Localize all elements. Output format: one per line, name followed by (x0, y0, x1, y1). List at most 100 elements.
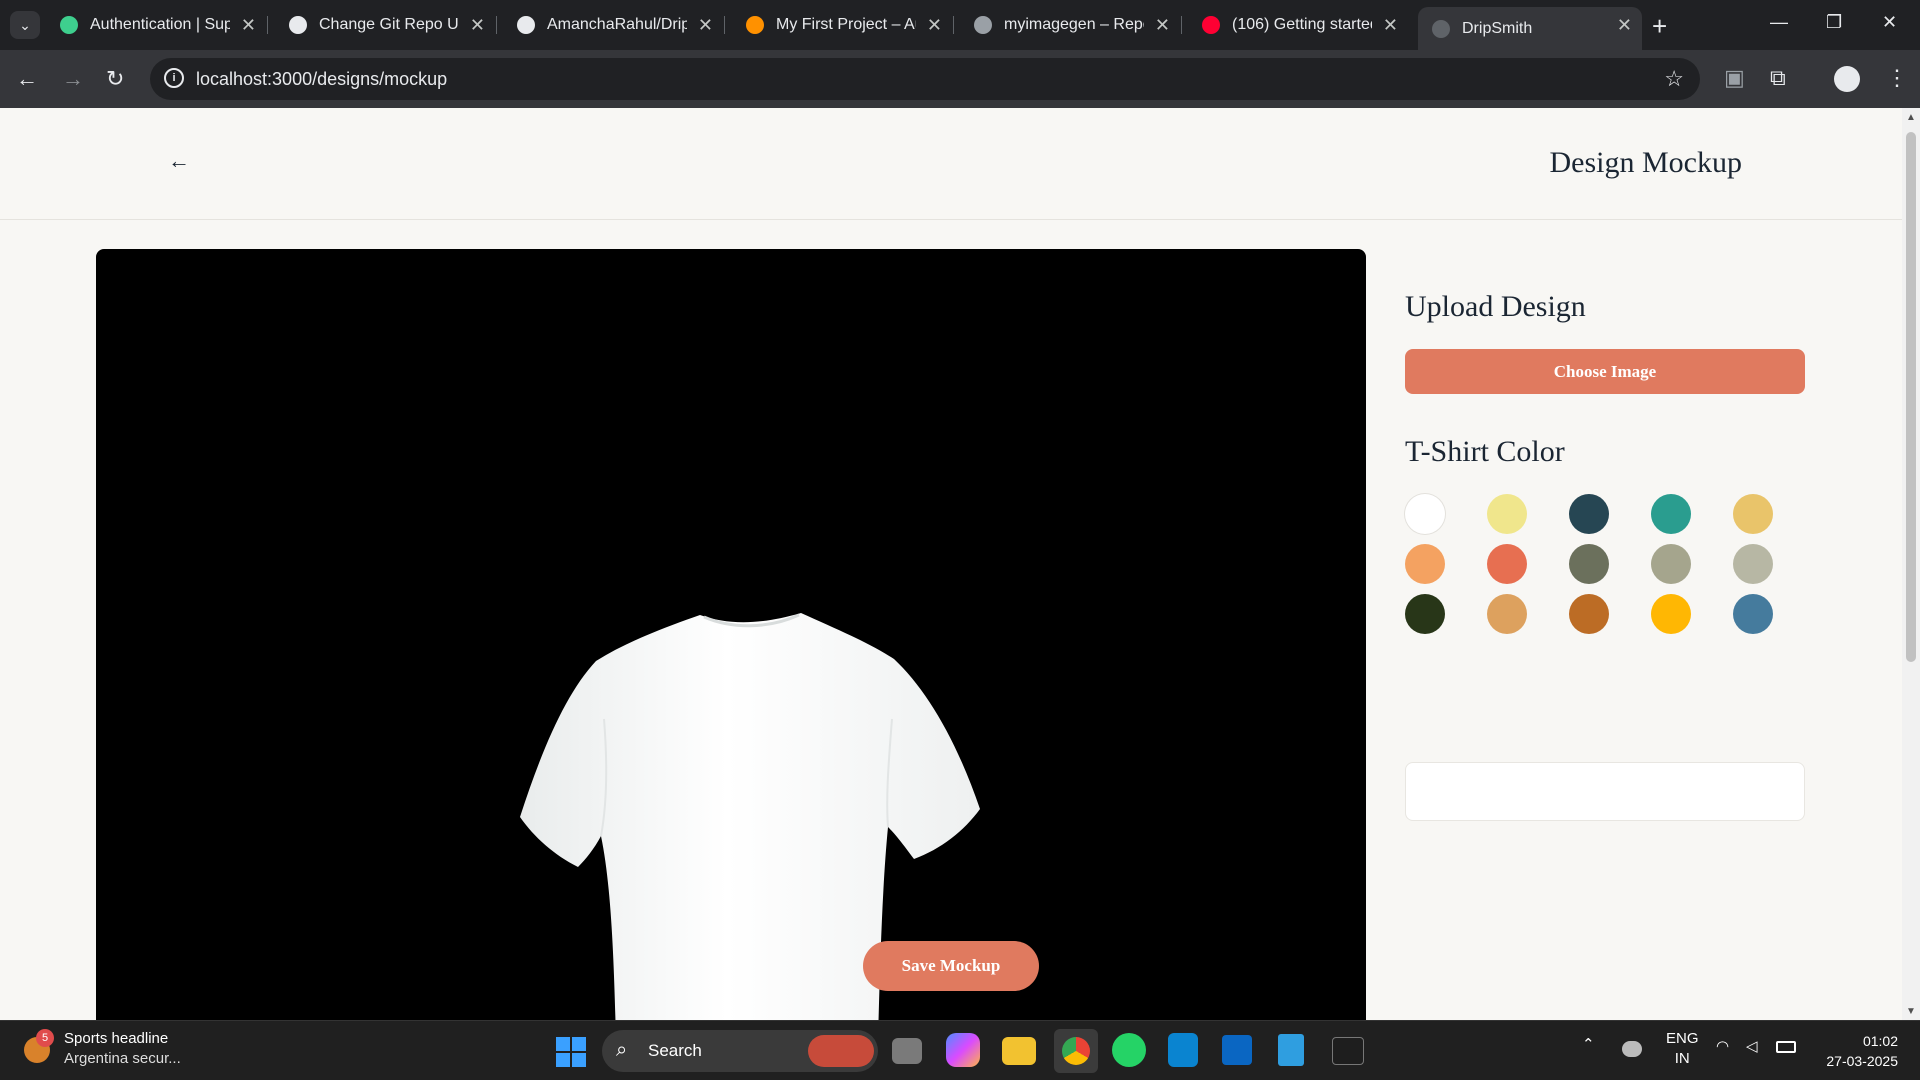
browser-menu-icon[interactable]: ⋮ (1886, 65, 1908, 91)
color-swatch[interactable] (1651, 494, 1691, 534)
wifi-icon[interactable]: ◠ (1716, 1037, 1729, 1055)
browser-tab[interactable]: My First Project – Au ✕ (732, 7, 954, 43)
tab-favicon-icon (746, 16, 764, 34)
taskbar: 5 Sports headline Argentina secur... ⌕ S… (0, 1020, 1920, 1080)
news-title: Sports headline (64, 1030, 169, 1047)
file-explorer-icon[interactable] (1002, 1037, 1036, 1065)
tab-label: Authentication | Supa (90, 16, 230, 33)
tab-favicon-icon (1432, 19, 1450, 38)
color-swatch[interactable] (1487, 544, 1527, 584)
browser-tab[interactable]: AmanchaRahul/DripS ✕ (503, 7, 725, 43)
tab-favicon-icon (974, 16, 992, 34)
tab-close-icon[interactable]: ✕ (1617, 15, 1632, 36)
tab-separator (496, 16, 497, 34)
task-view-icon[interactable] (892, 1038, 922, 1064)
forward-icon[interactable]: → (62, 66, 84, 92)
tab-close-icon[interactable]: ✕ (927, 15, 942, 36)
news-widget[interactable]: 5 Sports headline Argentina secur... (24, 1029, 181, 1069)
color-swatch[interactable] (1569, 494, 1609, 534)
tab-favicon-icon (289, 16, 307, 34)
volume-icon[interactable]: ◁ (1746, 1037, 1758, 1055)
page: ← Design Mockup Save Mockup Upload Desig… (0, 108, 1902, 1020)
tab-label: AmanchaRahul/DripS (547, 16, 687, 33)
notepad-icon[interactable] (1278, 1034, 1304, 1066)
clock-time: 01:02 (1862, 1033, 1898, 1049)
color-swatch[interactable] (1405, 544, 1445, 584)
tshirt-model[interactable] (96, 249, 1366, 1020)
whatsapp-icon[interactable] (1112, 1033, 1146, 1067)
page-header: ← Design Mockup (0, 108, 1902, 220)
tab-label: My First Project – Au (776, 16, 916, 33)
tab-close-icon[interactable]: ✕ (1155, 15, 1170, 36)
browser-toolbar: ← → ↻ i localhost:3000/designs/mockup ☆ … (0, 50, 1920, 108)
taskbar-search[interactable]: ⌕ Search (602, 1030, 878, 1072)
url-text[interactable]: localhost:3000/designs/mockup (196, 69, 447, 90)
tab-favicon-icon (60, 16, 78, 34)
color-swatch[interactable] (1733, 544, 1773, 584)
tshirt-color-heading: T-Shirt Color (1405, 435, 1565, 468)
tab-separator (724, 16, 725, 34)
bookmark-star-icon[interactable]: ☆ (1664, 66, 1684, 92)
scroll-thumb[interactable] (1906, 132, 1916, 662)
restore-icon[interactable]: ❐ (1826, 12, 1842, 33)
tab-label: Change Git Repo URL (319, 16, 459, 33)
search-label: Search (648, 1041, 702, 1060)
address-bar[interactable]: i localhost:3000/designs/mockup ☆ (150, 58, 1700, 100)
color-swatch[interactable] (1487, 494, 1527, 534)
choose-image-button[interactable]: Choose Image (1405, 349, 1805, 394)
chrome-taskbar-button[interactable] (1054, 1029, 1098, 1073)
design-details-box (1405, 762, 1805, 821)
site-info-icon[interactable]: i (164, 68, 184, 88)
minimize-icon[interactable]: — (1770, 12, 1788, 33)
tab-label: myimagegen – Repo (1004, 16, 1144, 33)
back-arrow-icon[interactable]: ← (168, 148, 190, 174)
color-swatch[interactable] (1487, 594, 1527, 634)
reload-icon[interactable]: ↻ (106, 66, 124, 92)
color-swatch[interactable] (1405, 494, 1445, 534)
windows-start-icon[interactable] (556, 1037, 586, 1067)
color-swatch[interactable] (1405, 594, 1445, 634)
color-swatch[interactable] (1651, 544, 1691, 584)
onedrive-icon[interactable] (1622, 1041, 1642, 1057)
clock[interactable]: 01:02 27-03-2025 (1826, 1031, 1898, 1071)
page-scrollbar[interactable]: ▲ ▼ (1902, 108, 1920, 1020)
language-code[interactable]: ENG (1666, 1029, 1699, 1049)
color-swatch[interactable] (1733, 594, 1773, 634)
linkedin-icon[interactable] (1222, 1035, 1252, 1065)
color-swatch[interactable] (1651, 594, 1691, 634)
browser-tabstrip: ⌄ Authentication | Supa ✕ Change Git Repo … (0, 0, 1920, 50)
close-window-icon[interactable]: ✕ (1882, 12, 1897, 33)
extensions-icon[interactable]: ⧉ (1770, 65, 1786, 91)
profile-avatar[interactable] (1834, 66, 1860, 92)
tab-label: (106) Getting started (1232, 16, 1372, 33)
tab-close-icon[interactable]: ✕ (241, 15, 256, 36)
browser-tab[interactable]: Change Git Repo URL ✕ (275, 7, 497, 43)
tab-close-icon[interactable]: ✕ (1383, 15, 1398, 36)
scroll-up-icon[interactable]: ▲ (1906, 112, 1916, 123)
color-swatch[interactable] (1569, 594, 1609, 634)
tab-favicon-icon (1202, 16, 1220, 34)
back-icon[interactable]: ← (16, 66, 38, 92)
news-badge: 5 (36, 1029, 54, 1047)
tab-close-icon[interactable]: ✕ (698, 15, 713, 36)
copilot-icon[interactable] (946, 1033, 980, 1067)
tab-label: DripSmith (1462, 19, 1533, 37)
browser-tab[interactable]: Authentication | Supa ✕ (46, 7, 268, 43)
color-swatch[interactable] (1733, 494, 1773, 534)
browser-tab[interactable]: myimagegen – Repo ✕ (960, 7, 1182, 43)
vscode-icon[interactable] (1168, 1033, 1198, 1067)
terminal-icon[interactable] (1332, 1037, 1364, 1065)
save-mockup-button[interactable]: Save Mockup (863, 941, 1039, 991)
tray-overflow-icon[interactable]: ⌃ (1582, 1035, 1595, 1053)
browser-tab[interactable]: DripSmith ✕ (1418, 7, 1642, 50)
language-region[interactable]: IN (1666, 1049, 1699, 1069)
scroll-down-icon[interactable]: ▼ (1906, 1006, 1916, 1017)
new-tab-button[interactable]: + (1652, 11, 1667, 42)
battery-icon[interactable] (1776, 1041, 1796, 1053)
printer-icon[interactable]: ▣ (1724, 65, 1745, 91)
browser-tab[interactable]: (106) Getting started ✕ (1188, 7, 1408, 43)
tab-close-icon[interactable]: ✕ (470, 15, 485, 36)
color-swatch[interactable] (1569, 544, 1609, 584)
tab-search-button[interactable]: ⌄ (10, 11, 40, 39)
mockup-viewer[interactable]: Save Mockup (96, 249, 1366, 1020)
